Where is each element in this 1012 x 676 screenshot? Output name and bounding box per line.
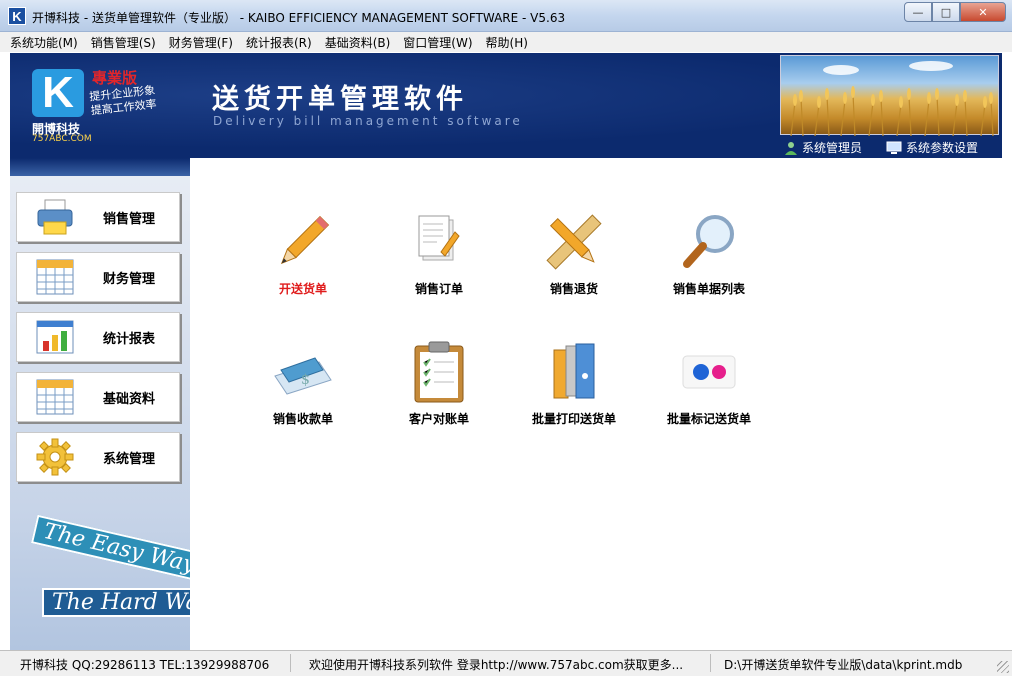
system-settings-label: 系统参数设置 — [905, 141, 978, 155]
banner-actions: 系统管理员 系统参数设置 — [784, 139, 978, 156]
sidebar-item-label: 销售管理 — [103, 211, 156, 227]
menu-help[interactable]: 帮助(H) — [486, 34, 528, 51]
func-label: 销售收款单 — [272, 412, 333, 426]
close-button[interactable]: ✕ — [960, 2, 1006, 22]
func-label: 批量标记送货单 — [666, 412, 751, 426]
magnifier-icon — [677, 210, 741, 274]
func-label: 销售单据列表 — [672, 282, 745, 296]
admin-user-label: 系统管理员 — [801, 141, 862, 155]
func-new-delivery-note[interactable]: 开送货单 — [238, 210, 368, 297]
bar-chart-icon — [33, 317, 77, 357]
sidebar-item-label: 系统管理 — [103, 451, 156, 467]
menu-window[interactable]: 窗口管理(W) — [403, 34, 472, 51]
func-label: 批量打印送货单 — [531, 412, 616, 426]
window-controls: — □ ✕ — [904, 2, 1006, 22]
main-panel: 开送货单 销售订单 销售退货 销售单据列表 $ 销售收款单 客户对账单 批量打印… — [190, 158, 1002, 650]
status-welcome: 欢迎使用开博科技系列软件 登录http://www.757abc.com获取更多… — [309, 658, 684, 672]
sidebar-item-finance[interactable]: 财务管理 — [16, 252, 180, 302]
payment-check-icon: $ — [271, 340, 335, 404]
sidebar-item-label: 基础资料 — [103, 391, 156, 407]
sidebar-item-system[interactable]: 系统管理 — [16, 432, 180, 482]
slogan: 提升企业形象 提高工作效率 — [89, 84, 158, 119]
app-subtitle: Delivery bill management software — [213, 114, 523, 128]
menu-system[interactable]: 系统功能(M) — [10, 34, 78, 51]
monitor-settings-icon — [886, 141, 902, 154]
window-title: 开博科技 - 送货单管理软件（专业版） - KAIBO EFFICIENCY M… — [32, 11, 566, 25]
wheat-field-icon — [790, 61, 994, 137]
status-company: 开博科技 QQ:29286113 TEL:13929988706 — [20, 658, 270, 672]
document-edit-icon — [407, 210, 471, 274]
wheat-field-image — [780, 55, 999, 137]
func-sales-return[interactable]: 销售退货 — [509, 210, 639, 297]
func-label: 开送货单 — [278, 282, 327, 296]
sidebar-item-label: 统计报表 — [103, 331, 156, 347]
admin-user-link[interactable]: 系统管理员 — [784, 139, 862, 156]
maximize-button[interactable]: □ — [932, 2, 960, 22]
spreadsheet-icon — [33, 257, 77, 297]
sidebar-item-reports[interactable]: 统计报表 — [16, 312, 180, 362]
menu-bar: 系统功能(M) 销售管理(S) 财务管理(F) 统计报表(R) 基础资料(B) … — [0, 32, 1012, 52]
func-sales-receipt[interactable]: $ 销售收款单 — [238, 340, 368, 427]
func-label: 销售退货 — [549, 282, 598, 296]
user-icon — [784, 141, 797, 155]
func-label: 销售订单 — [414, 282, 463, 296]
func-sales-order[interactable]: 销售订单 — [374, 210, 504, 297]
clipboard-icon — [407, 340, 471, 404]
gear-icon — [33, 437, 77, 477]
ruler-pencil-icon — [542, 210, 606, 274]
func-batch-mark[interactable]: 批量标记送货单 — [644, 340, 774, 427]
sidebar: 销售管理 财务管理 统计报表 基础资料 系统管理 The Easy Way Th… — [10, 176, 221, 650]
status-divider — [710, 654, 711, 672]
func-sales-list[interactable]: 销售单据列表 — [644, 210, 774, 297]
status-divider — [290, 654, 291, 672]
easy-way-sign: The Easy Way The Hard Way — [30, 514, 221, 638]
title-bar: K 开博科技 - 送货单管理软件（专业版） - KAIBO EFFICIENCY… — [0, 0, 1012, 32]
func-customer-statement[interactable]: 客户对账单 — [374, 340, 504, 427]
app-icon: K — [8, 7, 26, 25]
svg-text:$: $ — [301, 372, 310, 388]
app-title: 送货开单管理软件 — [212, 84, 468, 115]
header-banner: K 專業版 提升企业形象 提高工作效率 開博科技 757ABC.COM 送货开单… — [10, 53, 1002, 158]
logo-icon: K — [32, 69, 84, 117]
func-batch-print[interactable]: 批量打印送货单 — [509, 340, 639, 427]
menu-finance[interactable]: 财务管理(F) — [169, 34, 233, 51]
menu-reports[interactable]: 统计报表(R) — [246, 34, 312, 51]
printer-icon — [33, 197, 77, 237]
resize-grip-icon[interactable] — [997, 661, 1009, 673]
binders-icon — [542, 340, 606, 404]
sidebar-item-label: 财务管理 — [103, 271, 156, 287]
sidebar-item-sales[interactable]: 销售管理 — [16, 192, 180, 242]
status-bar: 开博科技 QQ:29286113 TEL:13929988706 欢迎使用开博科… — [0, 650, 1012, 676]
status-db-path: D:\开博送货单软件专业版\data\kprint.mdb — [724, 658, 963, 672]
pencil-icon — [271, 210, 335, 274]
func-label: 客户对账单 — [408, 412, 469, 426]
system-settings-link[interactable]: 系统参数设置 — [886, 139, 978, 156]
menu-sales[interactable]: 销售管理(S) — [91, 34, 156, 51]
edition-label: 專業版 — [92, 69, 138, 87]
color-dots-icon — [677, 340, 741, 404]
company-url: 757ABC.COM — [32, 134, 92, 144]
sidebar-item-basic-data[interactable]: 基础资料 — [16, 372, 180, 422]
sidebar-top-strip — [10, 158, 190, 176]
spreadsheet-icon — [33, 377, 77, 417]
menu-basic-data[interactable]: 基础资料(B) — [325, 34, 391, 51]
easy-way-label: The Easy Way — [30, 514, 209, 583]
minimize-button[interactable]: — — [904, 2, 932, 22]
